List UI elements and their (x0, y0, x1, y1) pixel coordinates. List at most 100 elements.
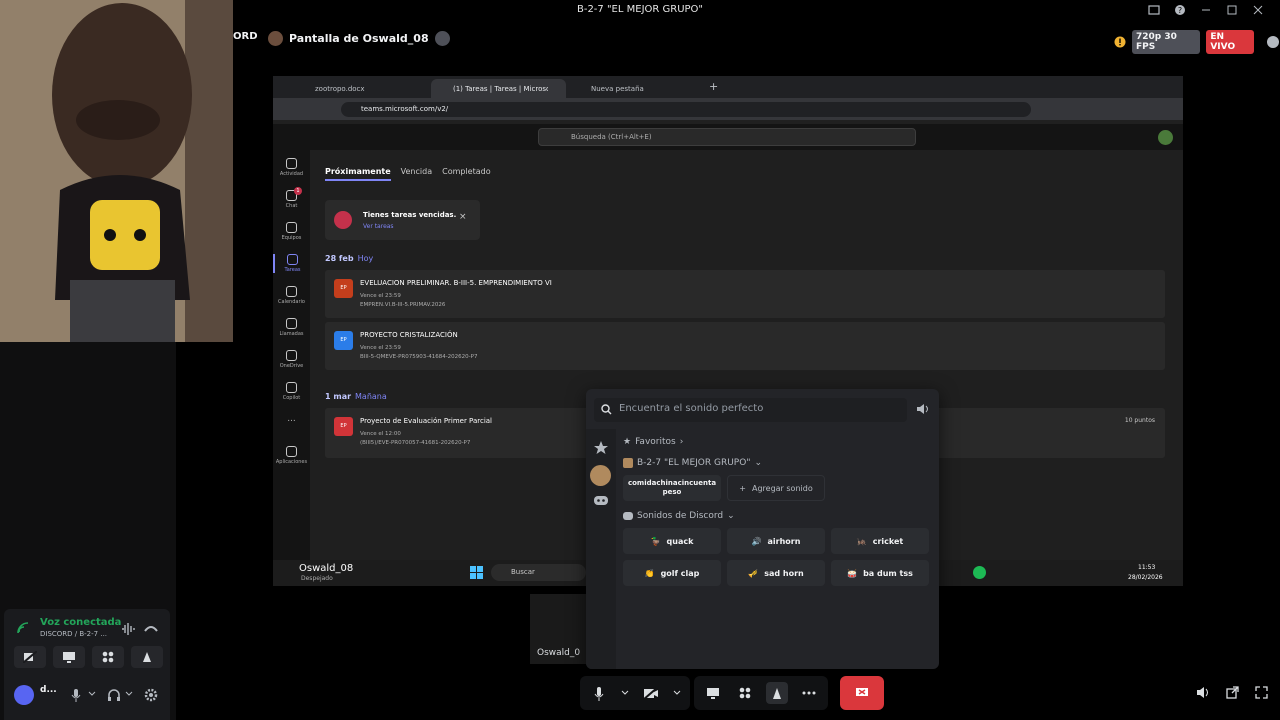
noise-suppression-icon[interactable] (121, 623, 135, 635)
server-header[interactable]: B-2-7 "EL MEJOR GRUPO" ⌄ (623, 458, 762, 468)
cricket-icon: 🦗 (856, 536, 867, 546)
avatar[interactable] (1158, 130, 1173, 145)
discord-icon[interactable] (594, 495, 608, 506)
chevron-down-icon[interactable] (620, 682, 630, 704)
custom-sound-button[interactable]: comidachinacincuentapeso (623, 475, 721, 501)
chevron-down-icon[interactable] (88, 691, 96, 697)
tab-overdue[interactable]: Vencida (401, 167, 432, 181)
video-off-icon[interactable] (640, 682, 662, 704)
url-bar[interactable]: teams.microsoft.com/v2/ (341, 102, 1031, 117)
soundboard-icon[interactable] (766, 682, 788, 704)
taskbar-search[interactable]: Buscar (491, 564, 586, 581)
search-icon (601, 404, 612, 415)
discord-sounds-header[interactable]: Sonidos de Discord ⌄ (623, 511, 735, 521)
screen-share-icon[interactable] (702, 682, 724, 704)
screen-share-button[interactable] (53, 646, 85, 668)
favorites-header[interactable]: ★ Favoritos › (623, 437, 683, 447)
chevron-down-icon: ⌄ (754, 458, 763, 468)
minimize-icon[interactable] (1200, 4, 1212, 16)
rail-onedrive[interactable]: OneDrive (273, 350, 310, 369)
microphone-icon[interactable] (70, 688, 82, 702)
spotify-icon[interactable] (973, 566, 986, 579)
soundboard-popover: Encuentra el sonido perfecto ★ Favoritos ›… (586, 389, 939, 669)
svg-text:?: ? (1178, 6, 1182, 15)
volume-icon[interactable] (916, 403, 930, 415)
date-header: 28 feb Hoy (325, 254, 374, 263)
new-tab-icon[interactable]: + (709, 80, 718, 93)
soundboard-button[interactable] (131, 646, 163, 668)
volume-icon[interactable] (1196, 686, 1210, 699)
task-due: Vence el 12:00 (360, 431, 401, 437)
preview-label: Oswald_0 (537, 648, 581, 658)
chat-bubble-icon[interactable] (1266, 35, 1280, 49)
alert-title: Tienes tareas vencidas. (363, 211, 457, 219)
browser-tab[interactable]: zootropo.docx (293, 79, 428, 98)
star-icon: ★ (623, 437, 632, 447)
task-code: EMPREN.VI.B-III-5.PRIMAV.2026 (360, 302, 446, 308)
rail-chat[interactable]: Chat (273, 190, 310, 209)
star-icon[interactable] (594, 441, 608, 455)
clock-date: 28/02/2026 (1128, 574, 1163, 581)
rail-more[interactable]: ... (273, 414, 310, 424)
add-sound-button[interactable]: + Agregar sonido (727, 475, 825, 501)
stop-stream-button[interactable] (840, 676, 884, 710)
soundboard-rail (586, 429, 616, 669)
sound-golf-clap-button[interactable]: 👏 golf clap (623, 560, 721, 586)
stream-preview[interactable]: Oswald_0 (530, 594, 590, 664)
task-row[interactable]: EP EVELUACION PRELIMINAR. B-III-5. EMPRE… (325, 270, 1165, 318)
rail-tasks[interactable]: Tareas (273, 254, 310, 273)
popout-icon[interactable] (1226, 686, 1239, 699)
warning-icon[interactable] (1114, 36, 1126, 48)
activities-icon[interactable] (734, 682, 756, 704)
sound-cricket-button[interactable]: 🦗 cricket (831, 528, 929, 554)
close-icon[interactable] (1252, 4, 1264, 16)
voice-channel[interactable]: DISCORD / B-2-7 ... (40, 630, 107, 638)
fullscreen-icon[interactable] (1255, 686, 1268, 699)
teams-search-input[interactable]: Búsqueda (Ctrl+Alt+E) (538, 128, 916, 146)
help-icon[interactable]: ? (1174, 4, 1186, 16)
stop-screen-share-icon (851, 682, 873, 704)
rail-calls[interactable]: Llamadas (273, 318, 310, 337)
rail-activity[interactable]: Actividad (273, 158, 310, 177)
taskbar-user: Oswald_08 (299, 563, 354, 574)
sound-search-input[interactable]: Encuentra el sonido perfecto (594, 398, 907, 422)
server-icon[interactable] (590, 465, 611, 486)
rail-copilot[interactable]: Copilot (273, 382, 310, 401)
video-off-button[interactable] (14, 646, 46, 668)
inbox-icon[interactable] (1148, 4, 1160, 16)
task-title: PROYECTO CRISTALIZACIÓN (360, 331, 458, 339)
activities-button[interactable] (92, 646, 124, 668)
task-badge: EP (334, 331, 353, 350)
sound-quack-button[interactable]: 🦆 quack (623, 528, 721, 554)
disconnect-icon[interactable] (144, 623, 158, 635)
task-title: Proyecto de Evaluación Primer Parcial (360, 417, 492, 425)
server-emoji-icon (623, 458, 633, 468)
browser-tab-active[interactable]: (1) Tareas | Tareas | Microsoft Te (431, 79, 566, 98)
maximize-icon[interactable] (1226, 4, 1238, 16)
rail-calendar[interactable]: Calendario (273, 286, 310, 305)
user-name: d... (40, 685, 57, 695)
more-icon[interactable] (798, 682, 820, 704)
browser-tab[interactable]: Nueva pestaña (569, 79, 694, 98)
sound-airhorn-button[interactable]: 🔊 airhorn (727, 528, 825, 554)
gear-icon[interactable] (144, 688, 158, 702)
alert-link[interactable]: Ver tareas (363, 223, 394, 230)
trumpet-icon: 🎺 (748, 568, 759, 578)
tab-completed[interactable]: Completado (442, 167, 491, 181)
rail-apps[interactable]: Aplicaciones (273, 446, 310, 465)
tab-upcoming[interactable]: Próximamente (325, 167, 391, 181)
actions-group (694, 676, 828, 710)
close-icon[interactable]: × (459, 212, 467, 222)
rail-teams[interactable]: Equipos (273, 222, 310, 241)
microphone-icon[interactable] (588, 682, 610, 704)
avatar[interactable] (14, 685, 34, 705)
task-title: EVELUACION PRELIMINAR. B-III-5. EMPRENDI… (360, 279, 552, 287)
task-row[interactable]: EP PROYECTO CRISTALIZACIÓN Vence el 23:5… (325, 322, 1165, 370)
headphones-icon[interactable] (107, 688, 121, 702)
chevron-down-icon[interactable] (672, 682, 682, 704)
chevron-down-icon: ⌄ (727, 511, 735, 521)
chevron-down-icon[interactable] (125, 691, 133, 697)
windows-start-icon[interactable] (470, 566, 483, 579)
sound-ba-dum-tss-button[interactable]: 🥁 ba dum tss (831, 560, 929, 586)
sound-sad-horn-button[interactable]: 🎺 sad horn (727, 560, 825, 586)
